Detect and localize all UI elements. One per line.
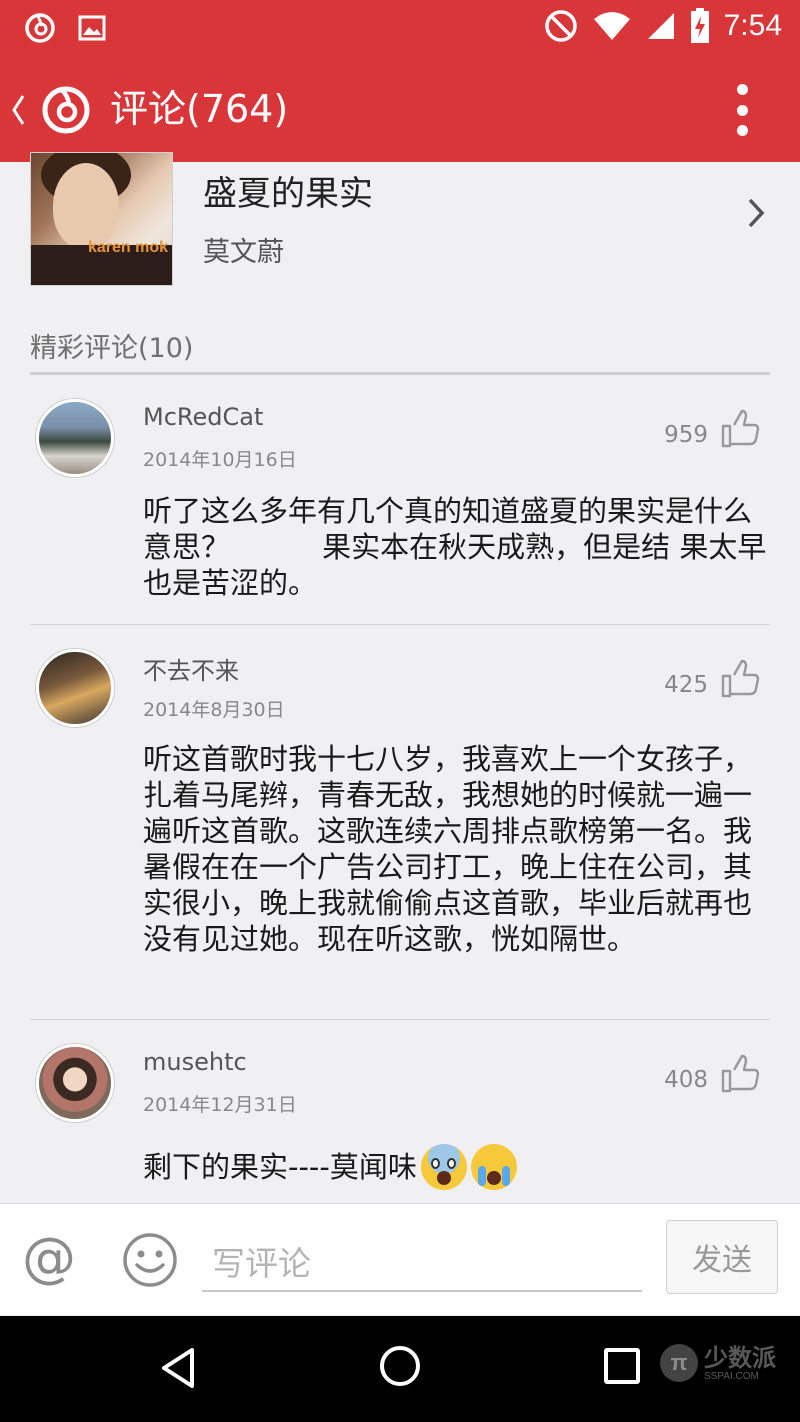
watermark-logo: π bbox=[660, 1344, 698, 1382]
watermark: π 少数派 SSPAI.COM bbox=[660, 1344, 776, 1382]
album-cover: karen mok bbox=[30, 152, 173, 286]
like-count: 408 bbox=[664, 1067, 708, 1093]
nav-recents-icon[interactable] bbox=[604, 1348, 640, 1384]
send-button[interactable]: 发送 bbox=[666, 1220, 778, 1294]
cellular-signal-icon bbox=[647, 13, 674, 39]
netease-music-notification-icon bbox=[25, 13, 55, 43]
mention-at-icon[interactable]: @ bbox=[22, 1228, 76, 1288]
like-count: 425 bbox=[664, 672, 708, 698]
do-not-disturb-icon bbox=[544, 10, 577, 42]
like-count: 959 bbox=[664, 422, 708, 448]
wifi-icon bbox=[593, 12, 630, 40]
comment-input[interactable] bbox=[202, 1236, 642, 1292]
comment-item: musehtc 2014年12月31日 408 剩下的果实----莫闻味 bbox=[0, 1020, 800, 1203]
comment-text: 听这首歌时我十七八岁，我喜欢上一个女孩子，扎着马尾辫，青春无敌，我想她的时候就一… bbox=[143, 742, 753, 956]
nav-back-icon[interactable] bbox=[158, 1346, 198, 1390]
more-options-icon[interactable] bbox=[734, 84, 750, 136]
song-header[interactable]: karen mok 盛夏的果实 莫文蔚 bbox=[0, 152, 800, 302]
song-artist: 莫文蔚 bbox=[203, 237, 284, 268]
status-bar: 7:54 bbox=[0, 0, 800, 58]
scream-emoji-icon bbox=[420, 1144, 467, 1190]
comment-date: 2014年8月30日 bbox=[143, 699, 285, 721]
thumbs-up-icon[interactable] bbox=[720, 1054, 760, 1094]
comment-username[interactable]: 不去不来 bbox=[143, 651, 239, 686]
thumbs-up-icon[interactable] bbox=[720, 659, 760, 699]
section-title: 精彩评论(10) bbox=[30, 333, 194, 364]
comment-text: 听了这么多年有几个真的知道盛夏的果实是什么意思？ 果实本在秋天成熟，但是结 果太… bbox=[143, 494, 767, 600]
back-chevron-icon[interactable] bbox=[8, 88, 28, 132]
netease-music-logo-icon[interactable] bbox=[40, 84, 92, 136]
comment-input-bar: @ 发送 bbox=[0, 1203, 800, 1315]
chevron-right-icon bbox=[748, 198, 765, 228]
song-title: 盛夏的果实 bbox=[203, 174, 373, 214]
avatar[interactable] bbox=[36, 649, 114, 727]
app-bar: 评论(764) bbox=[0, 58, 800, 162]
thumbs-up-icon[interactable] bbox=[720, 409, 760, 449]
avatar[interactable] bbox=[36, 1044, 114, 1122]
comment-date: 2014年12月31日 bbox=[143, 1094, 297, 1116]
page-title: 评论(764) bbox=[110, 87, 289, 131]
comment-username[interactable]: musehtc bbox=[143, 1048, 247, 1076]
crying-emoji-icon bbox=[470, 1144, 517, 1190]
system-navigation-bar: π 少数派 SSPAI.COM bbox=[0, 1316, 800, 1422]
image-notification-icon bbox=[78, 15, 106, 41]
avatar[interactable] bbox=[36, 399, 114, 477]
watermark-domain: SSPAI.COM bbox=[704, 1370, 759, 1382]
status-time: 7:54 bbox=[723, 9, 782, 42]
battery-charging-icon bbox=[690, 8, 709, 43]
album-cover-brand: karen mok bbox=[87, 239, 168, 256]
watermark-name: 少数派 bbox=[704, 1343, 776, 1372]
comment-item: 不去不来 2014年8月30日 425 听这首歌时我十七八岁，我喜欢上一个女孩子… bbox=[0, 625, 800, 1020]
nav-home-icon[interactable] bbox=[380, 1346, 420, 1386]
comment-item: McRedCat 2014年10月16日 959 听了这么多年有几个真的知道盛夏… bbox=[0, 375, 800, 625]
comment-text: 剩下的果实----莫闻味 bbox=[143, 1150, 417, 1184]
comment-date: 2014年10月16日 bbox=[143, 449, 297, 471]
emoji-picker-icon[interactable] bbox=[122, 1232, 178, 1288]
comment-username[interactable]: McRedCat bbox=[143, 403, 263, 431]
